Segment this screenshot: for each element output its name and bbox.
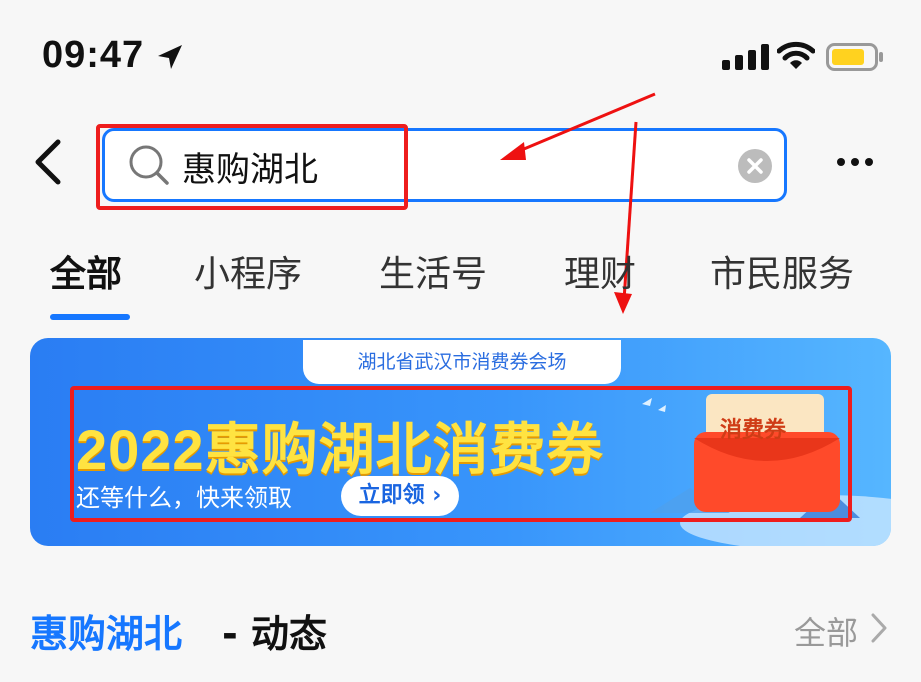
- status-time: 09:47: [42, 34, 145, 76]
- location-arrow-icon: [158, 45, 182, 69]
- active-tab-indicator: [50, 314, 130, 320]
- more-icon[interactable]: [836, 150, 874, 174]
- back-icon[interactable]: [28, 138, 68, 186]
- battery-icon: [826, 43, 883, 71]
- tab-life-accounts[interactable]: 生活号: [379, 245, 487, 297]
- clear-icon[interactable]: [737, 148, 773, 184]
- tab-citizen-services[interactable]: 市民服务: [710, 245, 854, 297]
- chevron-right-icon[interactable]: [868, 612, 890, 644]
- tab-finance[interactable]: 理财: [564, 245, 636, 297]
- tab-all[interactable]: 全部: [50, 245, 122, 297]
- search-highlight-box: [96, 124, 408, 210]
- banner-highlight-box: [70, 386, 852, 522]
- wifi-icon: [777, 41, 815, 69]
- section-title: 惠购湖北: [30, 612, 183, 656]
- signal-icon: [722, 44, 769, 70]
- tab-mini-programs[interactable]: 小程序: [194, 245, 302, 297]
- section-subtitle: - 动态: [222, 612, 328, 656]
- view-all-link[interactable]: 全部: [794, 608, 858, 654]
- banner-venue-label: 湖北省武汉市消费券会场: [303, 340, 621, 384]
